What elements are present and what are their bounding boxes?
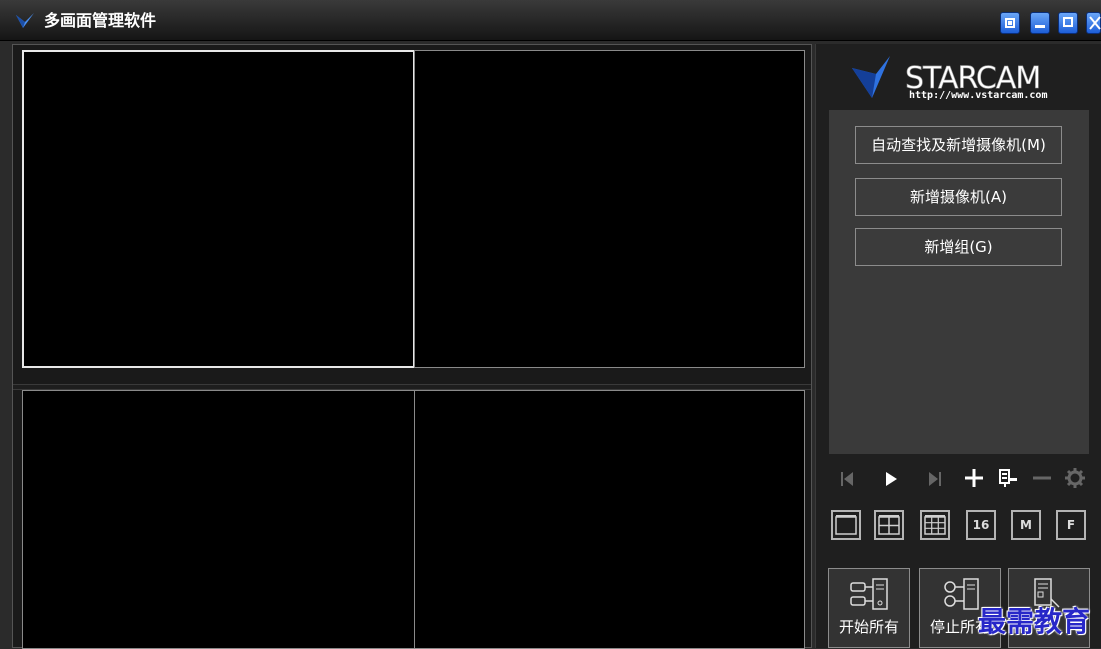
next-icon[interactable] — [924, 468, 946, 490]
fullscreen-icon[interactable]: F — [1056, 510, 1086, 540]
record-icon[interactable] — [997, 467, 1019, 489]
video-pane-1[interactable] — [22, 50, 415, 368]
watermark: 最需教育 — [978, 605, 1091, 638]
add-camera-button[interactable]: 新增摄像机(A) — [855, 178, 1062, 216]
start-all-label: 开始所有 — [838, 618, 899, 636]
maximize-icon — [1063, 17, 1073, 27]
app-logo-icon — [16, 13, 34, 28]
title-bar: 多画面管理软件 — [0, 0, 1101, 41]
pip-button[interactable] — [1000, 12, 1020, 34]
nine-view-icon[interactable] — [920, 510, 950, 540]
close-icon — [1089, 16, 1101, 30]
add-group-button[interactable]: 新增组(G) — [855, 228, 1062, 266]
video-pane-2[interactable] — [414, 50, 805, 368]
settings-icon[interactable] — [1064, 467, 1086, 489]
close-button[interactable] — [1086, 12, 1101, 34]
auto-find-camera-button[interactable]: 自动查找及新增摄像机(M) — [855, 126, 1062, 164]
minimize-icon — [1035, 25, 1045, 28]
minimize-button[interactable] — [1030, 12, 1050, 34]
window-title: 多画面管理软件 — [44, 11, 157, 30]
play-icon[interactable] — [880, 468, 902, 490]
pip-icon — [1005, 18, 1015, 28]
start-all-button[interactable]: 开始所有 — [828, 568, 910, 648]
video-grid — [12, 44, 812, 649]
mode-m-icon[interactable]: M — [1011, 510, 1041, 540]
brand-url: http://www.vstarcam.com — [909, 90, 1048, 101]
single-view-icon[interactable] — [831, 510, 861, 540]
minus-icon[interactable] — [1031, 467, 1053, 489]
camera-start-icon — [850, 578, 888, 610]
add-icon[interactable] — [963, 467, 985, 489]
maximize-button[interactable] — [1058, 12, 1078, 34]
previous-icon[interactable] — [836, 468, 858, 490]
sixteen-view-icon[interactable]: 16 — [966, 510, 996, 540]
four-view-icon[interactable] — [874, 510, 904, 540]
video-pane-3[interactable] — [22, 390, 415, 649]
video-pane-4[interactable] — [414, 390, 805, 649]
